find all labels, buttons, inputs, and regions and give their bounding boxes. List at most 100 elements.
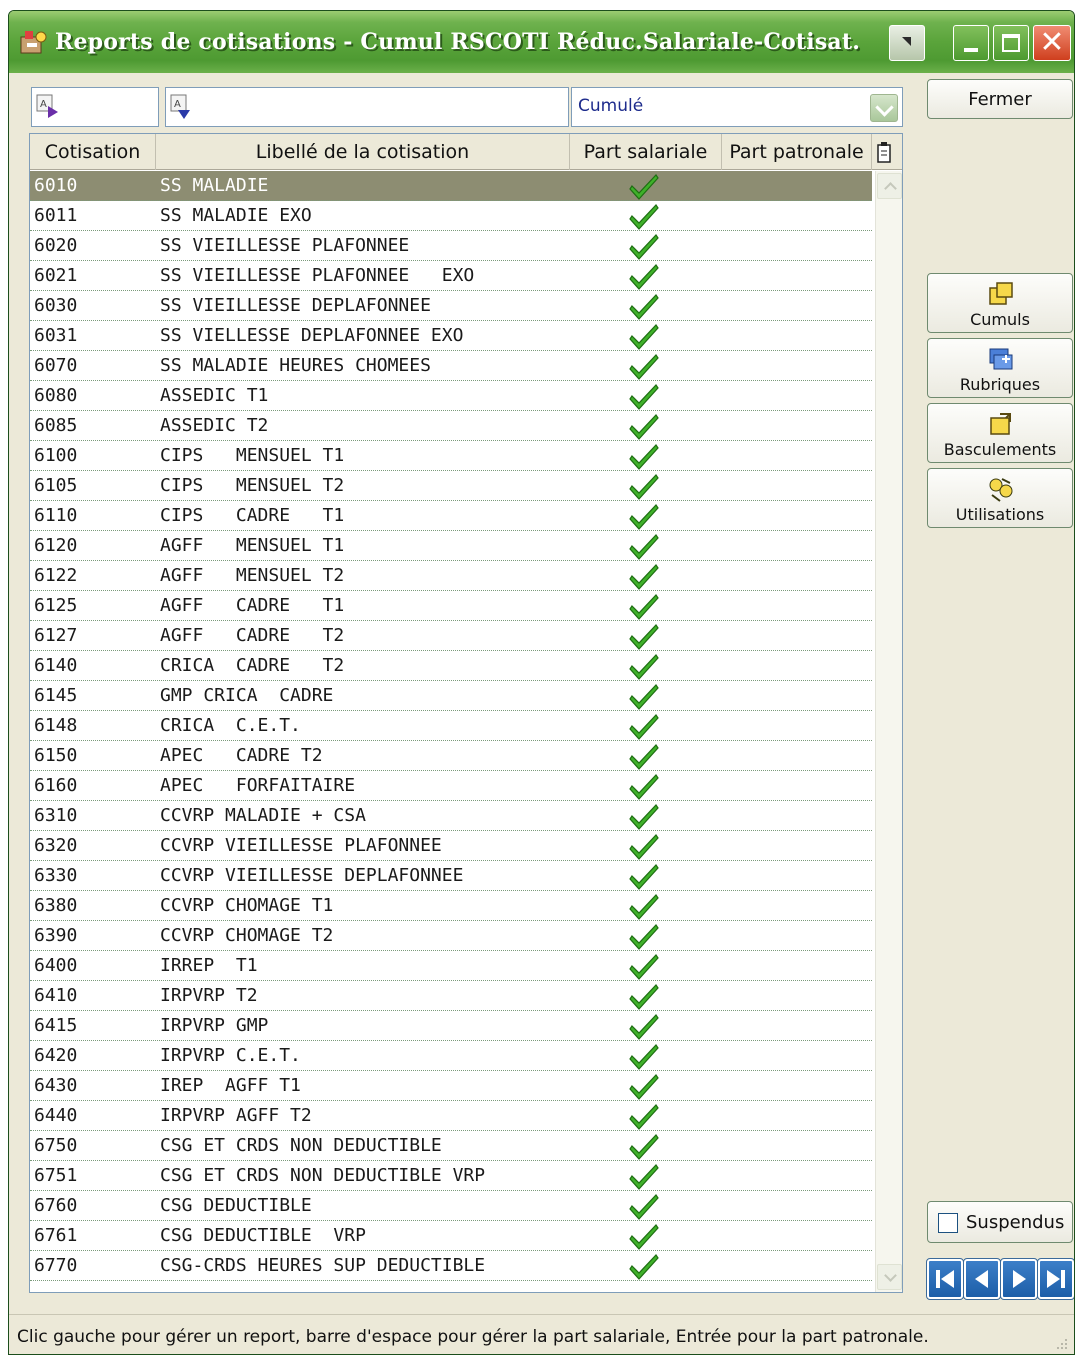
checkmark-icon[interactable] [627,1101,661,1131]
table-row[interactable]: 6770 CSG-CRDS HEURES SUP DEDUCTIBLE [30,1251,872,1281]
table-row[interactable]: 6021 SS VIEILLESSE PLAFONNEE EXO [30,261,872,291]
column-header-cotisation[interactable]: Cotisation [30,134,156,170]
checkmark-icon[interactable] [627,1011,661,1041]
last-record-button[interactable] [1037,1258,1074,1300]
table-row[interactable]: 6430 IREP AGFF T1 [30,1071,872,1101]
table-row[interactable]: 6760 CSG DEDUCTIBLE [30,1191,872,1221]
table-row[interactable]: 6148 CRICA C.E.T. [30,711,872,741]
title-bar[interactable]: Reports de cotisations - Cumul RSCOTI Ré… [9,11,1074,73]
table-row[interactable]: 6410 IRPVRP T2 [30,981,872,1011]
checkmark-icon[interactable] [627,861,661,891]
table-row[interactable]: 6750 CSG ET CRDS NON DEDUCTIBLE [30,1131,872,1161]
resize-grip-icon[interactable] [1056,1338,1068,1350]
checkmark-icon[interactable] [627,561,661,591]
vertical-scrollbar[interactable] [875,171,902,1292]
cotisations-table[interactable]: Cotisation Libellé de la cotisation Part… [29,133,903,1293]
checkmark-icon[interactable] [627,261,661,291]
checkmark-icon[interactable] [627,1251,661,1281]
first-record-button[interactable] [926,1258,964,1300]
utilisations-button[interactable]: Utilisations [927,468,1073,528]
table-row[interactable]: 6761 CSG DEDUCTIBLE VRP [30,1221,872,1251]
checkmark-icon[interactable] [627,831,661,861]
checkmark-icon[interactable] [627,531,661,561]
table-row[interactable]: 6120 AGFF MENSUEL T1 [30,531,872,561]
checkmark-icon[interactable] [627,231,661,261]
close-button[interactable]: ✕ [1033,25,1071,61]
table-row[interactable]: 6127 AGFF CADRE T2 [30,621,872,651]
column-settings-icon[interactable] [875,140,893,164]
checkmark-icon[interactable] [627,1041,661,1071]
checkmark-icon[interactable] [627,501,661,531]
table-row[interactable]: 6085 ASSEDIC T2 [30,411,872,441]
checkmark-icon[interactable] [627,1161,661,1191]
rubriques-button[interactable]: Rubriques [927,338,1073,398]
window-menu-button[interactable] [889,25,925,61]
label-filter-input[interactable]: A [165,87,569,127]
checkmark-icon[interactable] [627,591,661,621]
suspendus-checkbox[interactable] [938,1213,958,1233]
mode-select[interactable]: Cumulé [571,87,903,127]
checkmark-icon[interactable] [627,171,661,201]
checkmark-icon[interactable] [627,681,661,711]
table-row[interactable]: 6100 CIPS MENSUEL T1 [30,441,872,471]
table-row[interactable]: 6415 IRPVRP GMP [30,1011,872,1041]
checkmark-icon[interactable] [627,981,661,1011]
checkmark-icon[interactable] [627,381,661,411]
table-row[interactable]: 6380 CCVRP CHOMAGE T1 [30,891,872,921]
column-header-libelle[interactable]: Libellé de la cotisation [156,134,570,170]
checkmark-icon[interactable] [627,1131,661,1161]
table-row[interactable]: 6080 ASSEDIC T1 [30,381,872,411]
checkmark-icon[interactable] [627,711,661,741]
table-row[interactable]: 6330 CCVRP VIEILLESSE DEPLAFONNEE [30,861,872,891]
table-row[interactable]: 6110 CIPS CADRE T1 [30,501,872,531]
checkmark-icon[interactable] [627,741,661,771]
table-row[interactable]: 6420 IRPVRP C.E.T. [30,1041,872,1071]
table-row[interactable]: 6122 AGFF MENSUEL T2 [30,561,872,591]
column-header-part-patronale[interactable]: Part patronale [722,134,872,170]
table-row[interactable]: 6020 SS VIEILLESSE PLAFONNEE [30,231,872,261]
minimize-button[interactable] [953,25,989,61]
table-row[interactable]: 6011 SS MALADIE EXO [30,201,872,231]
column-header-part-salariale[interactable]: Part salariale [570,134,722,170]
suspendus-checkbox-group[interactable]: Suspendus [927,1201,1073,1243]
basculements-button[interactable]: Basculements [927,403,1073,463]
checkmark-icon[interactable] [627,291,661,321]
checkmark-icon[interactable] [627,1071,661,1101]
checkmark-icon[interactable] [627,771,661,801]
table-row[interactable]: 6310 CCVRP MALADIE + CSA [30,801,872,831]
table-row[interactable]: 6160 APEC FORFAITAIRE [30,771,872,801]
table-row[interactable]: 6440 IRPVRP AGFF T2 [30,1101,872,1131]
table-row[interactable]: 6031 SS VIELLESSE DEPLAFONNEE EXO [30,321,872,351]
checkmark-icon[interactable] [627,621,661,651]
checkmark-icon[interactable] [627,951,661,981]
table-row[interactable]: 6125 AGFF CADRE T1 [30,591,872,621]
table-row[interactable]: 6010 SS MALADIE [30,171,872,201]
table-row[interactable]: 6400 IRREP T1 [30,951,872,981]
table-row[interactable]: 6751 CSG ET CRDS NON DEDUCTIBLE VRP [30,1161,872,1191]
checkmark-icon[interactable] [627,201,661,231]
cumuls-button[interactable]: Cumuls [927,273,1073,333]
scroll-up-icon[interactable] [877,173,902,199]
table-row[interactable]: 6030 SS VIEILLESSE DEPLAFONNEE [30,291,872,321]
maximize-button[interactable] [993,25,1029,61]
checkmark-icon[interactable] [627,651,661,681]
checkmark-icon[interactable] [627,1221,661,1251]
checkmark-icon[interactable] [627,411,661,441]
table-row[interactable]: 6145 GMP CRICA CADRE [30,681,872,711]
table-row[interactable]: 6105 CIPS MENSUEL T2 [30,471,872,501]
fermer-button[interactable]: Fermer [927,79,1073,119]
checkmark-icon[interactable] [627,1191,661,1221]
checkmark-icon[interactable] [627,441,661,471]
table-row[interactable]: 6390 CCVRP CHOMAGE T2 [30,921,872,951]
checkmark-icon[interactable] [627,891,661,921]
table-row[interactable]: 6140 CRICA CADRE T2 [30,651,872,681]
table-row[interactable]: 6320 CCVRP VIEILLESSE PLAFONNEE [30,831,872,861]
checkmark-icon[interactable] [627,921,661,951]
previous-record-button[interactable] [963,1258,1001,1300]
checkmark-icon[interactable] [627,471,661,501]
table-row[interactable]: 6150 APEC CADRE T2 [30,741,872,771]
checkmark-icon[interactable] [627,351,661,381]
chevron-down-icon[interactable] [870,94,898,122]
checkmark-icon[interactable] [627,321,661,351]
scroll-down-icon[interactable] [877,1264,902,1290]
